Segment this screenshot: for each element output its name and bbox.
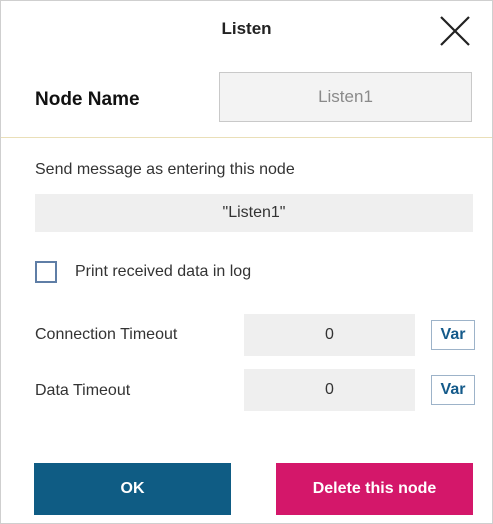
dialog-title: Listen — [221, 19, 272, 38]
data-timeout-var-button[interactable]: Var — [431, 375, 475, 405]
node-name-label: Node Name — [35, 89, 140, 110]
send-message-field[interactable]: "Listen1" — [35, 194, 473, 232]
print-log-option[interactable]: Print received data in log — [35, 261, 251, 283]
close-button[interactable] — [437, 13, 473, 49]
delete-node-button[interactable]: Delete this node — [276, 463, 473, 515]
connection-timeout-field[interactable]: 0 — [244, 314, 415, 356]
send-message-label: Send message as entering this node — [35, 161, 295, 178]
ok-button[interactable]: OK — [34, 463, 231, 515]
print-log-checkbox[interactable] — [35, 261, 57, 283]
connection-timeout-label: Connection Timeout — [35, 326, 178, 343]
close-icon — [440, 16, 470, 46]
header-divider — [1, 137, 492, 138]
listen-node-dialog: Listen Node Name Listen1 Send message as… — [0, 0, 493, 524]
print-log-label: Print received data in log — [75, 263, 252, 280]
data-timeout-label: Data Timeout — [35, 382, 131, 399]
data-timeout-field[interactable]: 0 — [244, 369, 415, 411]
node-name-field[interactable]: Listen1 — [219, 72, 472, 122]
connection-timeout-var-button[interactable]: Var — [431, 320, 475, 350]
